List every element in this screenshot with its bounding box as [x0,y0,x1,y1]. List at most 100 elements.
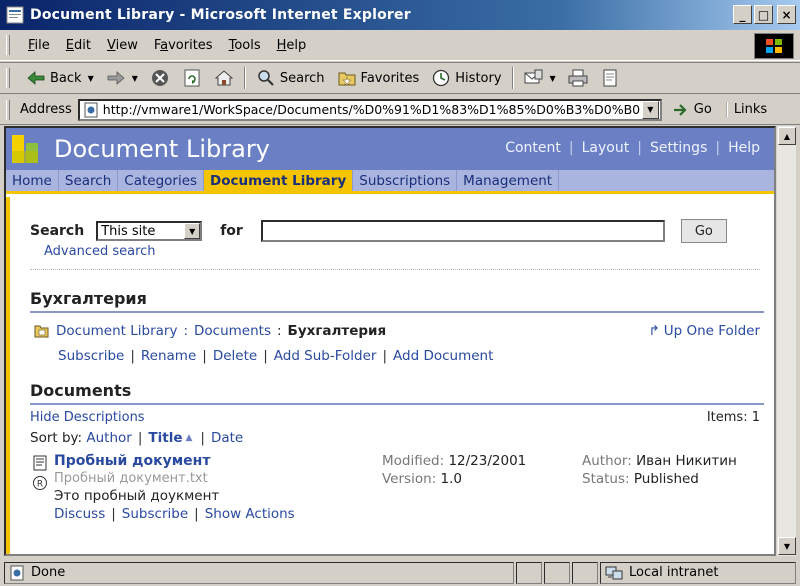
close-button[interactable]: × [777,5,796,24]
home-button[interactable] [208,65,240,91]
back-button[interactable]: Back ▼ [20,65,100,91]
show-actions-link[interactable]: Show Actions [205,506,295,522]
toolbar-grip[interactable] [6,68,10,88]
search-button[interactable]: Search [250,65,331,91]
intranet-zone-icon [605,566,623,579]
nav-tab-home[interactable]: Home [6,170,59,191]
favorites-folder-icon [337,68,357,88]
toolbar-grip[interactable] [6,99,10,120]
status-text: Done [4,561,514,584]
nav-tab-document-library[interactable]: Document Library [204,170,354,191]
folder-heading: Бухгалтерия [30,289,147,308]
nav-tab-search[interactable]: Search [59,170,119,191]
page-done-icon [10,565,24,580]
site-nav: Home Search Categories Document Library … [6,170,774,194]
author-meta: Author: Иван Никитин [582,453,737,469]
address-bar: Address http://vmware1/WorkSpace/Documen… [0,95,800,125]
nav-tab-subscriptions[interactable]: Subscriptions [353,170,458,191]
header-links: Content | Layout | Settings | Help [505,140,760,156]
sort-author-link[interactable]: Author [86,430,131,446]
forward-button[interactable]: ▼ [100,65,144,91]
divider [30,311,764,313]
menu-favorites[interactable]: Favorites [146,38,221,53]
edit-button[interactable] [594,65,626,91]
modified-meta: Modified: 12/23/2001 [382,453,527,469]
version-meta: Version: 1.0 [382,471,462,487]
menu-view[interactable]: View [99,38,146,53]
up-one-folder-link[interactable]: ↱ Up One Folder [648,323,760,339]
browser-content: Document Library Content | Layout | Sett… [4,126,776,556]
go-arrow-icon [673,103,687,116]
document-list-item: R Пробный документ Пробный документ.txt … [32,453,772,533]
header-link-help[interactable]: Help [728,140,760,156]
scroll-down-icon[interactable]: ▼ [778,537,796,555]
document-title-link[interactable]: Пробный документ [54,453,210,469]
address-input[interactable]: http://vmware1/WorkSpace/Documents/%D0%9… [77,98,662,121]
maximize-button[interactable]: □ [754,5,773,24]
vertical-scrollbar[interactable]: ▲ ▼ [776,126,796,556]
history-button[interactable]: History [425,65,507,91]
sort-title-link[interactable]: Title [148,430,182,446]
add-sub-folder-link[interactable]: Add Sub-Folder [274,348,377,364]
menu-file[interactable]: File [20,38,58,53]
menu-help[interactable]: Help [269,38,315,53]
advanced-search-link[interactable]: Advanced search [44,244,156,259]
favorites-button[interactable]: Favorites [331,65,426,91]
search-scope-select[interactable]: This site ▼ [96,221,203,241]
sort-date-link[interactable]: Date [211,430,243,446]
printer-icon [568,68,588,88]
discuss-link[interactable]: Discuss [54,506,105,522]
items-count: Items: 1 [706,410,760,425]
mail-dropdown-icon[interactable]: ▼ [550,74,556,83]
header-link-content[interactable]: Content [505,140,561,156]
window-title: Document Library - Microsoft Internet Ex… [30,7,411,23]
search-label: Search [30,223,85,239]
divider [30,403,764,405]
sort-controls: Sort by: Author | Title ▲ | Date [30,430,244,446]
address-url: http://vmware1/WorkSpace/Documents/%D0%9… [102,102,641,117]
address-go-button[interactable]: Go [672,102,712,118]
links-button[interactable]: Links [725,102,767,117]
site-header: Document Library Content | Layout | Sett… [6,128,774,170]
forward-arrow-icon [106,68,126,88]
forward-dropdown-icon[interactable]: ▼ [132,74,138,83]
menu-tools[interactable]: Tools [221,38,269,53]
menu-edit[interactable]: Edit [58,38,99,53]
search-form: Search This site ▼ for Go [30,219,727,243]
rename-link[interactable]: Rename [141,348,196,364]
delete-link[interactable]: Delete [213,348,257,364]
windows-logo-icon [754,33,794,59]
text-document-icon [33,455,47,471]
nav-tab-management[interactable]: Management [457,170,560,191]
status-cell [572,561,598,584]
document-description: Это пробный доукмент [54,488,220,504]
breadcrumb-document-library[interactable]: Document Library [56,323,177,339]
hide-descriptions-link[interactable]: Hide Descriptions [30,410,145,425]
address-dropdown-icon[interactable]: ▼ [641,100,659,119]
minimize-button[interactable]: _ [733,5,752,24]
breadcrumb-documents[interactable]: Documents [194,323,271,339]
print-button[interactable] [562,65,594,91]
scroll-up-icon[interactable]: ▲ [778,127,796,145]
page-icon [84,102,98,117]
documents-heading: Documents [30,381,132,400]
header-link-settings[interactable]: Settings [650,140,707,156]
back-dropdown-icon[interactable]: ▼ [88,74,94,83]
search-go-button[interactable]: Go [680,219,727,243]
mail-button[interactable]: ▼ [518,65,562,91]
refresh-button[interactable] [176,65,208,91]
document-subscribe-link[interactable]: Subscribe [122,506,188,522]
search-input[interactable] [260,220,665,242]
toolbar-grip[interactable] [6,35,10,55]
header-link-layout[interactable]: Layout [582,140,630,156]
site-title: Document Library [54,135,270,163]
subscribe-link[interactable]: Subscribe [58,348,124,364]
mail-icon [524,68,544,88]
add-document-link[interactable]: Add Document [393,348,493,364]
checked-in-icon: R [33,476,47,490]
stop-button[interactable] [144,65,176,91]
site-logo-icon [10,131,46,167]
status-cell [516,561,542,584]
breadcrumb-current: Бухгалтерия [287,323,387,339]
nav-tab-categories[interactable]: Categories [118,170,205,191]
